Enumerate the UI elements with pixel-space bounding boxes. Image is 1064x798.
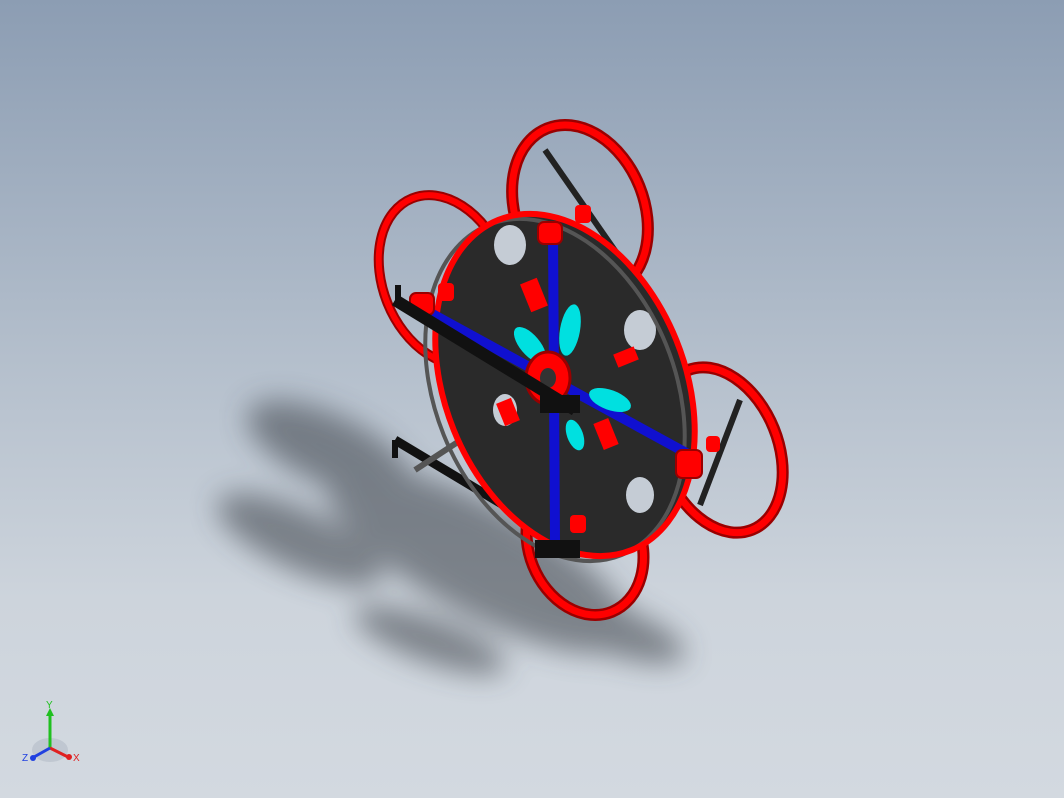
- x-axis-tip: [66, 754, 72, 760]
- x-axis-label: X: [73, 753, 80, 764]
- z-axis-label: Z: [22, 753, 28, 764]
- z-axis-tip: [30, 755, 36, 761]
- coordinate-triad: Y X Z: [22, 700, 80, 764]
- graphics-viewport[interactable]: Y X Z: [0, 0, 1064, 798]
- model-view[interactable]: [0, 0, 1064, 798]
- y-axis-label: Y: [46, 700, 53, 711]
